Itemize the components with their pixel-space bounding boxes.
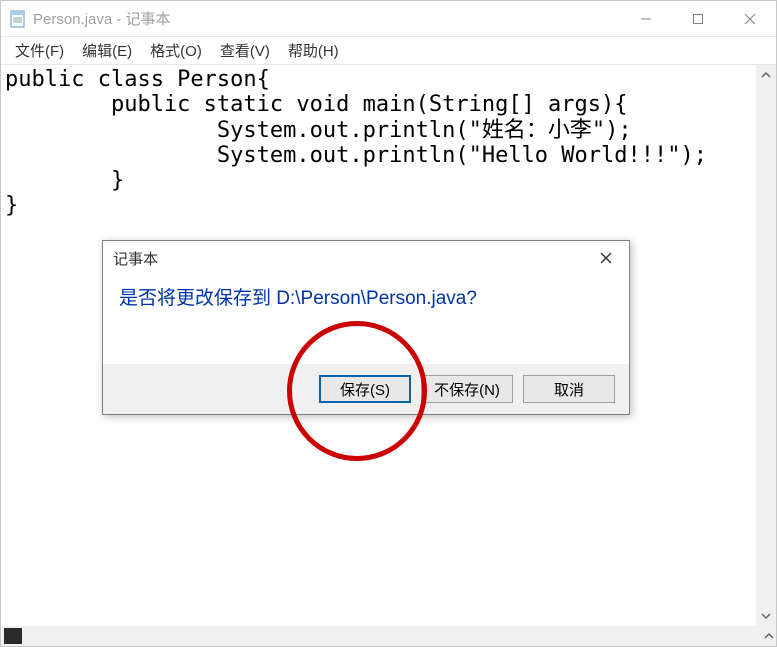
minimize-button[interactable] xyxy=(620,1,672,37)
notepad-window: Person.java - 记事本 文件(F) 编辑(E) 格式(O) 查看(V… xyxy=(0,0,777,647)
menu-help[interactable]: 帮助(H) xyxy=(280,37,347,64)
menu-edit[interactable]: 编辑(E) xyxy=(74,37,140,64)
notepad-icon xyxy=(9,10,27,28)
cancel-button[interactable]: 取消 xyxy=(523,375,615,403)
title-bar: Person.java - 记事本 xyxy=(1,1,776,37)
nosave-button[interactable]: 不保存(N) xyxy=(421,375,513,403)
menu-file[interactable]: 文件(F) xyxy=(7,37,72,64)
vertical-scrollbar[interactable] xyxy=(756,65,776,626)
scroll-up-arrow-icon[interactable] xyxy=(756,65,776,85)
dialog-title-bar: 记事本 xyxy=(103,241,629,275)
dialog-button-row: 保存(S) 不保存(N) 取消 xyxy=(103,364,629,414)
menu-view[interactable]: 查看(V) xyxy=(212,37,278,64)
hscroll-thumb[interactable] xyxy=(4,628,22,644)
save-button[interactable]: 保存(S) xyxy=(319,375,411,403)
maximize-button[interactable] xyxy=(672,1,724,37)
window-title: Person.java - 记事本 xyxy=(33,8,171,29)
horizontal-scrollbar[interactable] xyxy=(1,626,776,646)
save-dialog: 记事本 是否将更改保存到 D:\Person\Person.java? 保存(S… xyxy=(102,240,630,415)
close-button[interactable] xyxy=(724,1,776,37)
dialog-message: 是否将更改保存到 D:\Person\Person.java? xyxy=(103,275,629,364)
menu-bar: 文件(F) 编辑(E) 格式(O) 查看(V) 帮助(H) xyxy=(1,37,776,65)
menu-format[interactable]: 格式(O) xyxy=(142,37,210,64)
dialog-title: 记事本 xyxy=(113,248,158,269)
scroll-down-arrow-icon[interactable] xyxy=(756,606,776,626)
dialog-close-button[interactable] xyxy=(593,245,619,271)
scroll-corner-up-icon[interactable] xyxy=(764,628,774,646)
